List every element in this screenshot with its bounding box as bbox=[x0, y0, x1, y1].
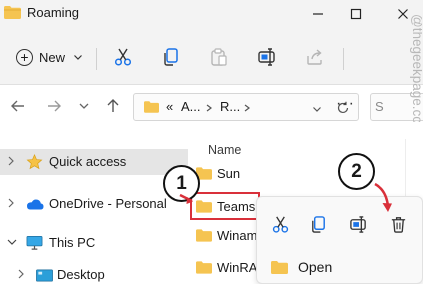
arrow-left-icon bbox=[11, 100, 24, 112]
context-menu: Open bbox=[256, 196, 423, 284]
search-placeholder: S bbox=[375, 99, 384, 114]
up-button[interactable] bbox=[103, 96, 123, 116]
chevron-right-icon bbox=[8, 198, 14, 208]
desktop-icon bbox=[36, 269, 53, 282]
chevron-right-icon bbox=[8, 156, 14, 166]
step-badge-2: 2 bbox=[338, 153, 375, 190]
new-button[interactable]: + New bbox=[12, 44, 87, 70]
address-overflow[interactable]: « bbox=[166, 99, 173, 114]
folder-icon bbox=[144, 101, 159, 113]
sidebar-item-label: This PC bbox=[49, 235, 96, 250]
share-icon bbox=[307, 49, 322, 65]
chevron-right-icon bbox=[244, 104, 250, 112]
back-button[interactable] bbox=[8, 96, 28, 116]
new-button-label: New bbox=[39, 49, 66, 65]
title-bar: Roaming bbox=[0, 0, 423, 30]
address-segment[interactable]: A... bbox=[181, 99, 201, 114]
scissors-icon bbox=[114, 48, 132, 66]
sidebar-item-label: OneDrive - Personal bbox=[49, 196, 167, 211]
plus-icon: + bbox=[16, 48, 33, 66]
computer-icon bbox=[26, 236, 43, 250]
command-bar: + New bbox=[0, 30, 423, 85]
more-options-button[interactable]: ··· bbox=[336, 95, 355, 113]
chevron-down-icon bbox=[7, 239, 17, 245]
sidebar-item-label: Quick access bbox=[49, 154, 127, 169]
folder-icon bbox=[196, 228, 212, 242]
chevron-down-icon[interactable] bbox=[312, 104, 322, 114]
folder-icon bbox=[4, 6, 21, 19]
list-item[interactable]: WinRAF bbox=[196, 256, 265, 278]
sidebar-item-this-pc[interactable]: This PC bbox=[0, 230, 188, 256]
context-copy-button[interactable] bbox=[307, 213, 329, 235]
star-icon bbox=[26, 154, 43, 170]
address-segment[interactable]: R... bbox=[220, 99, 240, 114]
paste-icon bbox=[211, 48, 227, 66]
cloud-icon bbox=[27, 199, 44, 210]
scissors-icon bbox=[272, 216, 288, 233]
arrow-up-icon bbox=[107, 99, 119, 112]
arrow-icon bbox=[179, 193, 193, 204]
sidebar-item-quick-access[interactable]: Quick access bbox=[0, 149, 188, 175]
toolbar-divider bbox=[343, 48, 344, 70]
toolbar-divider bbox=[96, 48, 97, 70]
maximize-button[interactable] bbox=[338, 0, 374, 28]
watermark-text: @thegeekpage.com bbox=[410, 14, 422, 122]
chevron-right-icon bbox=[206, 104, 212, 112]
trash-icon bbox=[391, 216, 405, 233]
share-button[interactable] bbox=[304, 46, 326, 68]
chevron-down-icon bbox=[79, 103, 89, 109]
list-item[interactable]: Winam bbox=[196, 224, 257, 246]
maximize-icon bbox=[350, 8, 362, 20]
highlight-box bbox=[190, 192, 260, 220]
window-title: Roaming bbox=[27, 5, 80, 20]
context-open-item[interactable]: Open bbox=[271, 259, 332, 275]
watermark: @thegeekpage.com bbox=[410, 14, 422, 122]
forward-button[interactable] bbox=[44, 96, 64, 116]
context-delete-button[interactable] bbox=[387, 213, 409, 235]
copy-icon bbox=[311, 215, 325, 233]
folder-icon bbox=[271, 260, 288, 274]
chevron-down-icon bbox=[74, 55, 82, 60]
cut-button[interactable] bbox=[112, 46, 134, 68]
rename-button[interactable] bbox=[256, 46, 278, 68]
file-name: Winam bbox=[217, 227, 258, 243]
minimize-button[interactable] bbox=[300, 0, 336, 28]
sidebar-item-onedrive[interactable]: OneDrive - Personal bbox=[0, 191, 188, 217]
recent-locations-button[interactable] bbox=[74, 96, 94, 116]
minimize-icon bbox=[313, 13, 323, 15]
folder-icon bbox=[196, 260, 212, 274]
file-name: Sun bbox=[217, 165, 241, 181]
context-rename-button[interactable] bbox=[347, 213, 369, 235]
navigation-pane: Quick access OneDrive - Personal This PC… bbox=[0, 135, 188, 284]
context-cut-button[interactable] bbox=[269, 213, 291, 235]
chevron-right-icon bbox=[18, 269, 24, 279]
rename-icon bbox=[349, 215, 366, 233]
rename-icon bbox=[258, 48, 275, 66]
address-bar[interactable]: « A... R... bbox=[133, 93, 359, 121]
list-item[interactable]: Sun bbox=[196, 162, 240, 184]
copy-button[interactable] bbox=[160, 46, 182, 68]
sidebar-item-desktop[interactable]: Desktop bbox=[0, 262, 188, 284]
arrow-icon bbox=[374, 182, 392, 212]
column-header-name[interactable]: Name bbox=[208, 143, 241, 157]
address-row: « A... R... bbox=[0, 85, 423, 129]
sidebar-item-label: Desktop bbox=[57, 267, 105, 282]
paste-button[interactable] bbox=[208, 46, 230, 68]
copy-icon bbox=[164, 48, 178, 66]
context-open-label: Open bbox=[298, 259, 333, 275]
arrow-right-icon bbox=[48, 100, 61, 112]
